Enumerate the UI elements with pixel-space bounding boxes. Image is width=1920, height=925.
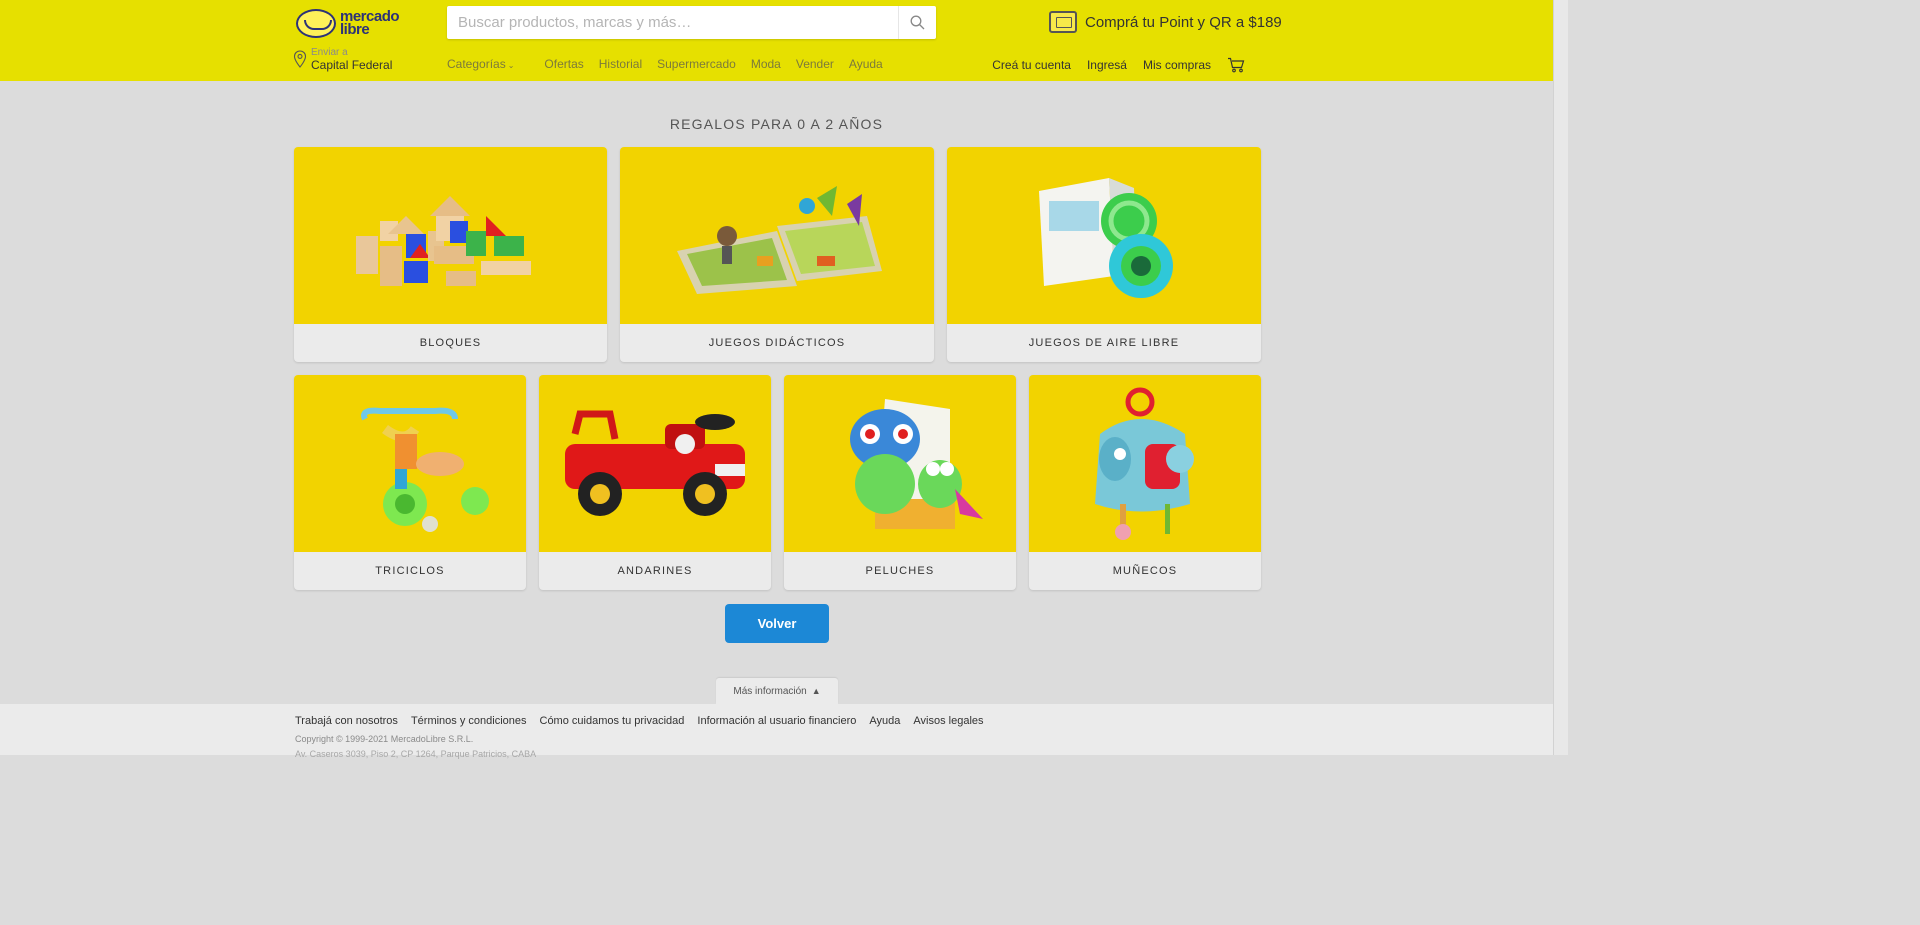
account-links: Creá tu cuenta Ingresá Mis compras [976,57,1245,73]
more-info-toggle[interactable]: Más información ▲ [716,678,838,704]
footer-link-help[interactable]: Ayuda [869,715,900,727]
ride-on-car-image [539,375,771,552]
footer-link-financial-info[interactable]: Información al usuario financiero [697,715,856,727]
chevron-up-icon: ▲ [811,686,821,696]
more-info-label: Más información [733,685,807,697]
ball-image [947,147,1261,324]
address-text: Av. Caseros 3039, Piso 2, CP 1264, Parqu… [295,749,537,759]
footer-link-careers[interactable]: Trabajá con nosotros [295,715,398,727]
footer-links: Trabajá con nosotros Términos y condicio… [295,715,997,727]
handshake-icon [296,8,336,38]
puzzle-image [620,147,934,324]
nav-categorias[interactable]: Categorías ⌄ [447,57,529,71]
promo-text: Comprá tu Point y QR a $189 [1085,13,1282,31]
page-title: REGALOS PARA 0 A 2 AÑOS [669,116,884,132]
site-header: mercado libre Comprá tu Point y QR a $18… [0,0,1553,81]
location-pin-icon [293,50,307,68]
page-scrollbar[interactable] [1553,0,1568,755]
category-card-munecos[interactable]: MUÑECOS [1029,375,1261,590]
nav-ayuda[interactable]: Ayuda [849,57,883,71]
nav-historial[interactable]: Historial [599,57,642,71]
copyright-text: Copyright © 1999-2021 MercadoLibre S.R.L… [295,734,474,744]
category-card-juegos-aire-libre[interactable]: JUEGOS DE AIRE LIBRE [947,147,1261,362]
category-label: BLOQUES [419,336,482,349]
search-bar [447,6,936,39]
footer-link-privacy[interactable]: Cómo cuidamos tu privacidad [540,715,685,727]
category-card-peluches[interactable]: PELUCHES [784,375,1016,590]
category-label: TRICICLOS [375,564,445,577]
nav-ofertas[interactable]: Ofertas [544,57,583,71]
login-link[interactable]: Ingresá [1087,58,1127,72]
card-reader-icon [1049,11,1077,33]
nav-vender[interactable]: Vender [796,57,834,71]
category-card-bloques[interactable]: BLOQUES [294,147,607,362]
category-label: ANDARINES [617,564,693,577]
nav-supermercado[interactable]: Supermercado [657,57,736,71]
back-button[interactable]: Volver [725,604,829,643]
category-label: PELUCHES [865,564,935,577]
mercadolibre-logo[interactable]: mercado libre [296,8,400,38]
logo-text: mercado libre [340,8,400,38]
create-account-link[interactable]: Creá tu cuenta [992,58,1071,72]
point-promo[interactable]: Comprá tu Point y QR a $189 [1049,11,1282,33]
cart-icon[interactable] [1227,57,1245,73]
chevron-down-icon: ⌄ [507,61,515,70]
site-footer: Trabajá con nosotros Términos y condicio… [0,704,1553,759]
footer-link-legal[interactable]: Avisos legales [913,715,983,727]
category-card-andarines[interactable]: ANDARINES [539,375,771,590]
search-icon [910,15,925,30]
nav-moda[interactable]: Moda [751,57,781,71]
shipping-location[interactable]: Enviar a Capital Federal [293,47,392,72]
category-label: JUEGOS DE AIRE LIBRE [1028,336,1180,349]
my-purchases-link[interactable]: Mis compras [1143,58,1211,72]
search-button[interactable] [898,6,936,39]
plush-parrot-image [784,375,1016,552]
category-label: JUEGOS DIDÁCTICOS [708,336,846,349]
footer-link-terms[interactable]: Términos y condiciones [411,715,527,727]
blocks-image [294,147,607,324]
category-card-triciclos[interactable]: TRICICLOS [294,375,526,590]
location-label: Enviar a [311,47,348,58]
category-card-juegos-didacticos[interactable]: JUEGOS DIDÁCTICOS [620,147,934,362]
elephant-toy-image [1029,375,1261,552]
main-nav: Categorías ⌄ Ofertas Historial Supermerca… [447,57,898,71]
tricycle-image [294,375,526,552]
location-value: Capital Federal [311,58,393,72]
search-input[interactable] [447,6,898,39]
category-label: MUÑECOS [1112,564,1178,577]
